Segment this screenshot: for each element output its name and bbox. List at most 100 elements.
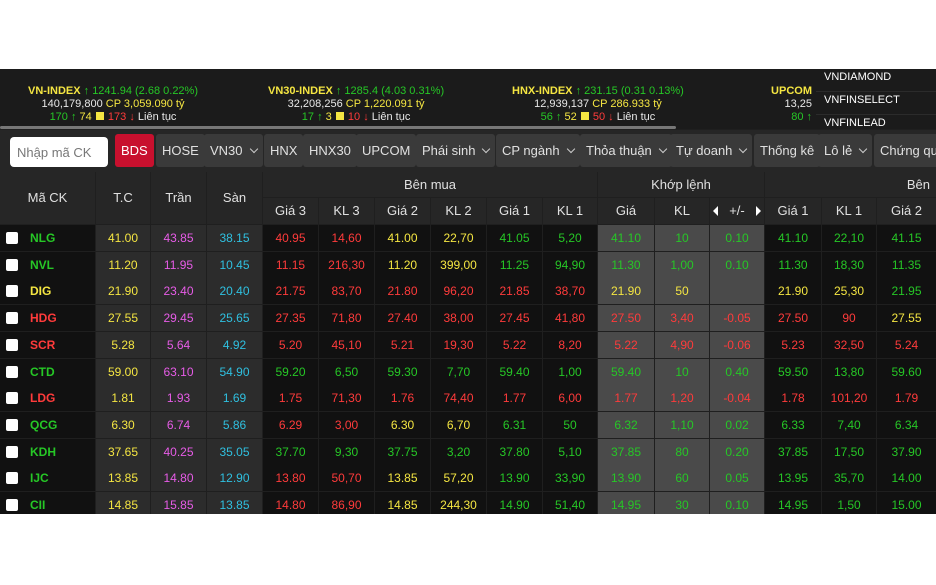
menu-item-vnfinselect[interactable]: VNFINSELECT [816,92,936,115]
match-volume: 50 [655,278,709,305]
tab-phai-sinh[interactable]: Phái sinh [416,134,496,167]
match-change: -0.05 [710,305,764,332]
buy-vol-3: 71,80 [319,305,374,332]
match-volume: 1,00 [655,251,709,278]
header-ref[interactable]: T.C [96,172,150,224]
table-row[interactable]: KDH 37.65 40.25 35.05 37.70 9,30 37.75 3,20 37.8… [0,438,936,466]
tab-upcom[interactable]: UPCOM [356,134,417,167]
index-value: 1241.94 [92,85,132,97]
subheader-kl-3[interactable]: KL 3 [319,198,374,224]
subheader-gi-3[interactable]: Giá 3 [263,198,318,224]
down-arrow-icon: ↓ [608,111,614,123]
index-scrollbar[interactable] [0,126,676,129]
subheader-kl-2[interactable]: KL 2 [431,198,486,224]
table-row[interactable]: IJC 13.85 14.80 12.90 13.80 50,70 13.85 57,20 13… [0,465,936,492]
table-row[interactable]: QCG 6.30 6.74 5.86 6.29 3,00 6.30 6,70 6.31 50 6.3… [0,411,936,439]
index-vnindex[interactable]: VN-INDEX ↑ 1241.94 (2.68 0.22%) 140,179,… [28,85,198,124]
tab-vn30[interactable]: VN30 [204,134,263,167]
table-row[interactable]: SCR 5.28 5.64 4.92 5.20 45,10 5.21 19,30 5.22 8,2… [0,331,936,359]
subheader-gi[interactable]: Giá [598,198,654,224]
tab-hnx30[interactable]: HNX30 [303,134,357,167]
buy-vol-3: 50,70 [319,465,374,492]
tab-hose[interactable]: HOSE [156,134,205,167]
subheader-gi-1[interactable]: Giá 1 [487,198,542,224]
tab-hnx[interactable]: HNX [264,134,304,167]
buy-vol-2: 7,70 [431,358,486,385]
tab-tu-doanh[interactable]: Tự doanh [670,134,753,167]
index-volume: 140,179,800 [41,98,103,110]
row-checkbox[interactable] [6,285,18,298]
match-change: 0.20 [710,438,764,465]
subheader-kl[interactable]: KL [655,198,709,224]
row-checkbox[interactable] [6,258,18,271]
table-row[interactable]: LDG 1.81 1.93 1.69 1.75 71,30 1.76 74,40 1.77 6,0… [0,385,936,412]
buy-price-2: 27.40 [375,305,430,332]
row-checkbox[interactable] [6,365,18,378]
tab-lo-le[interactable]: Lô lẻ [818,134,873,167]
row-checkbox[interactable] [6,445,18,458]
menu-item-vndiamond[interactable]: VNDIAMOND [816,69,936,92]
buy-vol-1: 50 [543,411,597,438]
subheader-kl-1[interactable]: KL 1 [543,198,597,224]
arrow-right-icon[interactable] [756,206,761,216]
subheader-[interactable]: +/- [710,198,764,224]
subheader-gi-2[interactable]: Giá 2 [877,198,936,224]
index-hnx[interactable]: HNX-INDEX ↑ 231.15 (0.31 0.13%) 12,939,1… [512,85,684,124]
match-price: 59.40 [598,358,654,385]
row-checkbox[interactable] [6,472,18,485]
search-input[interactable] [10,137,108,167]
subheader-kl-1[interactable]: KL 1 [822,198,876,224]
arrow-left-icon[interactable] [713,206,718,216]
buy-price-3: 40.95 [263,225,318,251]
row-checkbox[interactable] [6,338,18,351]
match-change: 0.02 [710,411,764,438]
sell-price-1: 13.95 [765,465,821,492]
tab-label: CP ngành [502,143,560,158]
row-checkbox[interactable] [6,499,18,511]
index-upcom[interactable]: UPCOM 13,25 80 ↑ [768,85,812,124]
tab-bds[interactable]: BDS [115,134,154,167]
sell-vol-1: 22,10 [822,225,876,251]
table-row[interactable]: HDG 27.55 29.45 25.65 27.35 71,80 27.40 38,00 27… [0,305,936,332]
tab-thong-ke[interactable]: Thống kê [754,134,821,167]
tab-label: Thỏa thuận [586,143,652,158]
row-checkbox[interactable] [6,312,18,325]
buy-price-1: 37.80 [487,438,542,465]
tab-label: Tự doanh [676,143,733,158]
match-volume: 3,40 [655,305,709,332]
header-floor[interactable]: Sàn [207,172,262,224]
header-ceiling[interactable]: Trần [151,172,206,224]
subheader-gi-1[interactable]: Giá 1 [765,198,821,224]
chevron-down-icon [249,144,258,154]
up-count: 80 ↑ [791,111,812,123]
buy-price-2: 1.76 [375,385,430,412]
buy-vol-1: 1,00 [543,358,597,385]
buy-price-1: 1.77 [487,385,542,412]
row-checkbox[interactable] [6,392,18,405]
up-arrow-icon: ↑ [555,111,562,123]
ceiling-price-cell: 14.80 [151,465,206,492]
sell-price-1: 6.33 [765,411,821,438]
chevron-down-icon [658,144,668,154]
subheader-gi-2[interactable]: Giá 2 [375,198,430,224]
buy-price-1: 13.90 [487,465,542,492]
match-price: 11.30 [598,251,654,278]
buy-vol-1: 5,10 [543,438,597,465]
ref-count: 52 [564,111,577,123]
tab-cp-nganh[interactable]: CP ngành [496,134,580,167]
table-row[interactable]: DIG 21.90 23.40 20.40 21.75 83,70 21.80 96,20 21… [0,278,936,305]
tab-chung-quyen[interactable]: Chứng quy [874,134,936,167]
index-change: (2.68 0.22%) [135,85,198,97]
row-checkbox[interactable] [6,418,18,431]
floor-price-cell: 20.40 [207,278,262,305]
table-row[interactable]: CTD 59.00 63.10 54.90 59.20 6,50 59.30 7,70 59.4… [0,358,936,386]
row-checkbox[interactable] [6,232,18,244]
tab-thoa-thuan[interactable]: Thỏa thuận [580,134,672,167]
table-row[interactable]: NVL 11.20 11.95 10.45 11.15 216,30 11.20 399,00… [0,251,936,279]
header-symbol[interactable]: Mã CK [0,172,95,224]
index-vn30[interactable]: VN30-INDEX ↑ 1285.4 (4.03 0.31%) 32,208,… [268,85,444,124]
table-row[interactable]: CII 14.85 15.85 13.85 14.80 86,90 14.85 244,30 1… [0,492,936,514]
table-row[interactable]: NLG 41.00 43.85 38.15 40.95 14,60 41.00 22,70 41… [0,225,936,252]
floor-price-cell: 35.05 [207,438,262,465]
up-count: 170 [49,111,68,123]
